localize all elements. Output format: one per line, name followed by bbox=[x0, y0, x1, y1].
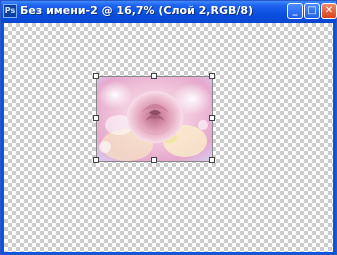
transform-handle-bottom-right[interactable] bbox=[209, 157, 215, 163]
transform-handle-mid-left[interactable] bbox=[93, 115, 99, 121]
transform-handle-top-mid[interactable] bbox=[151, 73, 157, 79]
minimize-button[interactable]: _ bbox=[287, 3, 303, 19]
transform-handle-top-left[interactable] bbox=[93, 73, 99, 79]
transform-handle-bottom-mid[interactable] bbox=[151, 157, 157, 163]
canvas-area[interactable] bbox=[4, 23, 333, 252]
window-title: Без имени-2 @ 16,7% (Слой 2,RGB/8) bbox=[20, 4, 254, 17]
document-window: Ps Без имени-2 @ 16,7% (Слой 2,RGB/8) _ … bbox=[0, 0, 337, 255]
transform-handle-mid-right[interactable] bbox=[209, 115, 215, 121]
close-button[interactable]: ✕ bbox=[321, 3, 337, 19]
photoshop-document-icon[interactable]: Ps bbox=[3, 4, 17, 18]
rose-image bbox=[97, 77, 212, 161]
transform-handle-bottom-left[interactable] bbox=[93, 157, 99, 163]
title-bar[interactable]: Ps Без имени-2 @ 16,7% (Слой 2,RGB/8) _ … bbox=[1, 1, 337, 23]
transform-handle-top-right[interactable] bbox=[209, 73, 215, 79]
layer-image-rose[interactable] bbox=[96, 76, 213, 162]
maximize-button[interactable]: □ bbox=[304, 3, 320, 19]
